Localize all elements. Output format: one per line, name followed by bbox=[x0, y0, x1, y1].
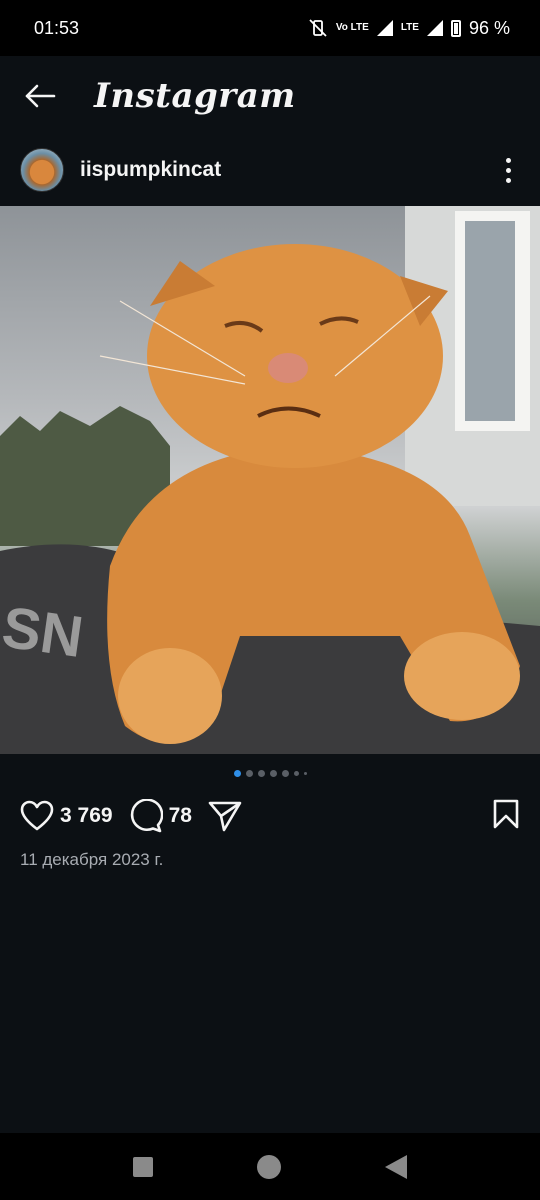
post-actions: 3 769 78 bbox=[0, 790, 540, 842]
system-nav-bar bbox=[0, 1133, 540, 1200]
save-button[interactable] bbox=[492, 798, 520, 835]
bookmark-icon bbox=[493, 799, 519, 828]
recents-button[interactable] bbox=[133, 1156, 153, 1177]
network-label-1: Vo LTE bbox=[335, 22, 369, 33]
comment-icon bbox=[130, 799, 163, 833]
status-icons: Vo LTE LTE 96 % bbox=[308, 18, 510, 39]
back-button[interactable] bbox=[22, 78, 58, 114]
cat-photo: SN bbox=[0, 206, 540, 754]
battery-icon bbox=[450, 19, 461, 37]
username[interactable]: iispumpkincat bbox=[80, 158, 221, 182]
comment-count[interactable]: 78 bbox=[169, 804, 192, 828]
like-button[interactable]: 3 769 bbox=[20, 800, 129, 832]
signal-icon-2 bbox=[426, 20, 443, 36]
send-icon bbox=[208, 801, 242, 832]
signal-icon-1 bbox=[376, 20, 393, 36]
post-header: iispumpkincat bbox=[0, 136, 540, 204]
carousel-dot bbox=[293, 771, 299, 776]
arrow-left-icon bbox=[25, 84, 56, 108]
more-vertical-icon bbox=[505, 157, 511, 163]
carousel-dot-active bbox=[233, 770, 241, 777]
instagram-logo: Instagram bbox=[94, 76, 296, 116]
home-button[interactable] bbox=[257, 1154, 281, 1179]
status-time: 01:53 bbox=[34, 17, 80, 38]
more-options-button[interactable] bbox=[496, 154, 520, 186]
network-label-2: LTE bbox=[400, 22, 419, 33]
comment-button[interactable]: 78 bbox=[129, 799, 208, 833]
top-app-bar: Instagram bbox=[0, 56, 540, 136]
mute-vibrate-icon bbox=[309, 19, 327, 37]
like-count[interactable]: 3 769 bbox=[60, 804, 113, 828]
carousel-dot bbox=[269, 770, 277, 777]
svg-text:SN: SN bbox=[0, 595, 87, 671]
battery-percent: 96 % bbox=[468, 17, 510, 38]
post-image[interactable]: SN bbox=[0, 206, 540, 754]
heart-icon bbox=[20, 800, 54, 831]
carousel-dot bbox=[257, 770, 265, 777]
carousel-dot bbox=[281, 770, 289, 777]
carousel-indicator bbox=[0, 770, 540, 777]
carousel-dot bbox=[245, 770, 253, 777]
carousel-dot bbox=[303, 772, 307, 775]
post-date: 11 декабря 2023 г. bbox=[20, 850, 164, 869]
share-button[interactable] bbox=[208, 800, 242, 832]
status-bar: 01:53 Vo LTE LTE 96 % bbox=[0, 0, 540, 56]
avatar[interactable] bbox=[20, 148, 64, 192]
system-back-button[interactable] bbox=[385, 1154, 407, 1179]
